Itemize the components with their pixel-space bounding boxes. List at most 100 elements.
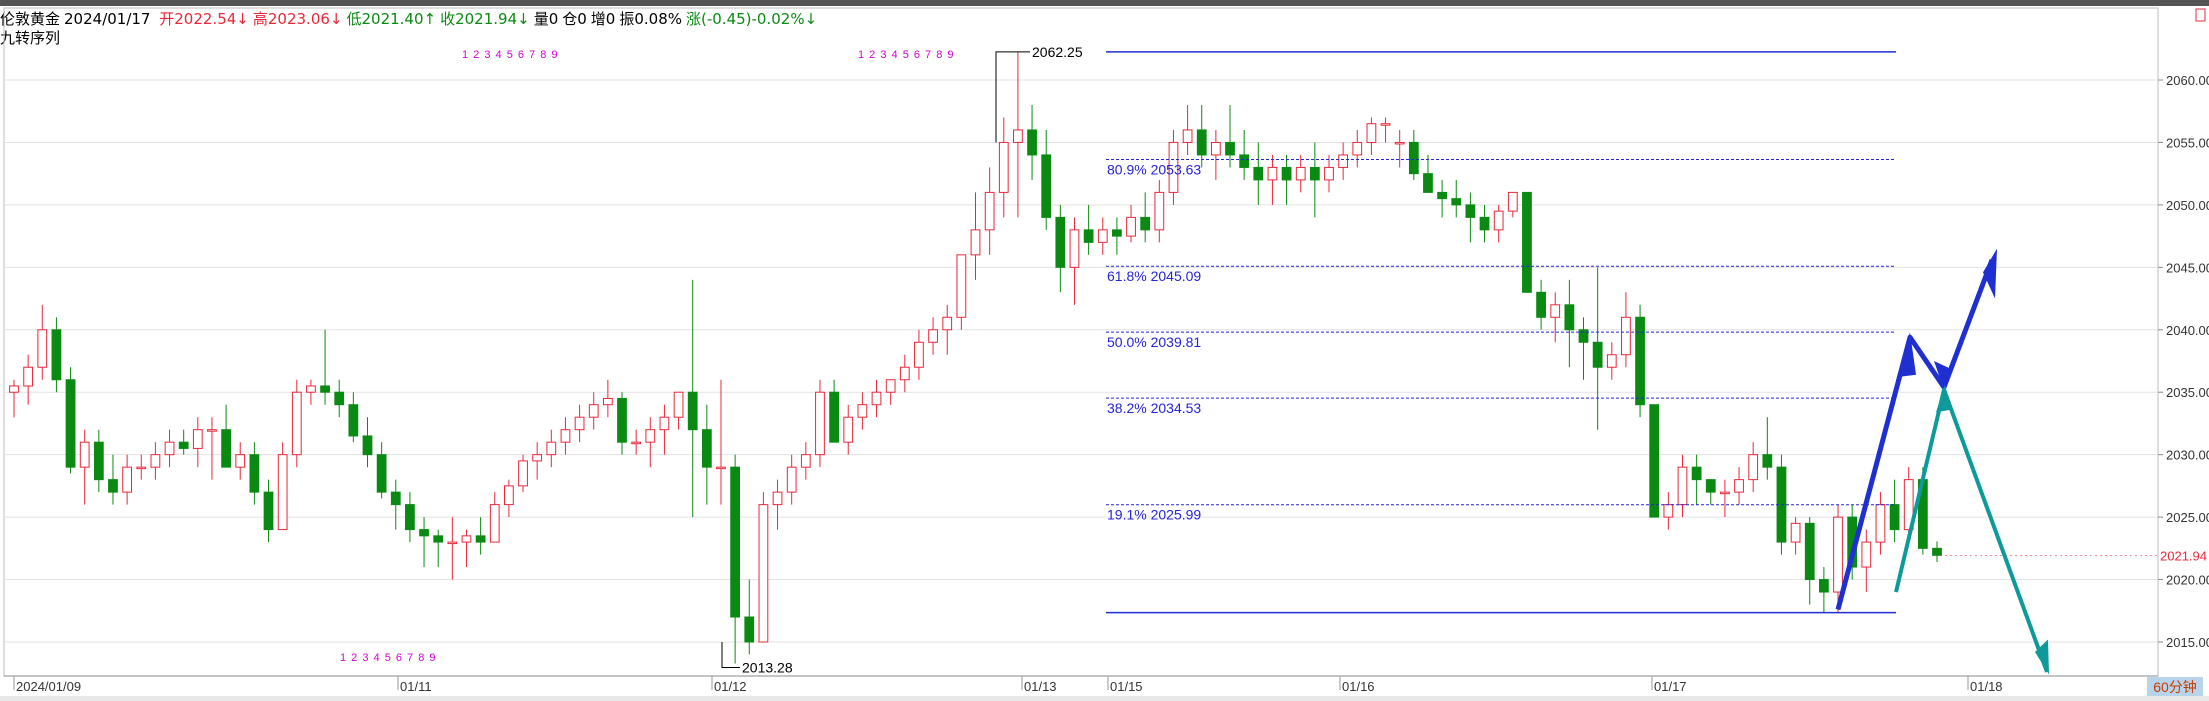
candle-body <box>786 466 797 493</box>
candle-body <box>1182 129 1193 143</box>
fib-label: 38.2% 2034.53 <box>1107 400 1201 416</box>
candle-body <box>93 441 104 481</box>
candle-body <box>659 416 670 431</box>
candle-body <box>1621 316 1631 356</box>
x-tick-label: 01/18 <box>1970 679 2003 694</box>
candle-body <box>51 329 62 381</box>
candle-body <box>1932 547 1942 556</box>
candle-body <box>150 454 161 468</box>
candle-body <box>1861 541 1872 568</box>
candle-body <box>1394 141 1405 145</box>
timeframe-label[interactable]: 60分钟 <box>2147 677 2203 697</box>
candle-body <box>701 429 712 468</box>
x-tick-label: 2024/01/09 <box>16 679 81 694</box>
candle-body <box>1606 354 1617 368</box>
candle-body <box>1352 141 1363 156</box>
high-marker-line <box>995 51 1030 143</box>
candle-body <box>65 379 76 468</box>
candle-body <box>998 141 1009 193</box>
candle-body <box>1875 504 1886 543</box>
candle-body <box>928 329 938 343</box>
candlestick-chart[interactable]: 2015.00 2020.00 2025.00 2030.00 2035.00 2040.… <box>0 0 2209 701</box>
candle-body <box>1126 216 1136 237</box>
candle-body <box>758 504 769 643</box>
candle-body <box>829 391 839 443</box>
candle-body <box>1324 166 1334 181</box>
x-tick-label: 01/11 <box>400 679 432 694</box>
candle-body <box>588 404 599 418</box>
arrow-head <box>1983 248 1997 299</box>
candle-body <box>1140 216 1151 231</box>
candle-body <box>1309 166 1320 181</box>
candle-body <box>1804 522 1815 581</box>
candle-body <box>320 385 330 393</box>
fib-label: 61.8% 2045.09 <box>1107 268 1201 284</box>
candle-body <box>1041 154 1052 218</box>
candle-body <box>207 429 217 432</box>
candle-body <box>306 385 316 393</box>
candle-body <box>1112 229 1122 237</box>
x-tick-label: 01/12 <box>714 679 747 694</box>
candle-body <box>249 454 260 493</box>
candle-body <box>560 429 571 443</box>
candle-body <box>9 385 19 393</box>
candle-body <box>1338 154 1349 168</box>
candle-body <box>1522 191 1532 293</box>
candle-body <box>1748 454 1759 481</box>
candle-body <box>1465 204 1476 218</box>
y-tick-label: 2055.00 <box>2166 135 2209 150</box>
nine-count-label: 1 2 3 4 5 6 7 8 9 <box>858 49 955 61</box>
last-price-label: 2021.94 <box>2160 548 2207 563</box>
x-tick-label: 01/17 <box>1654 679 1687 694</box>
candle-body <box>1027 129 1037 156</box>
candle-body <box>885 379 896 393</box>
candle-body <box>461 535 472 543</box>
candle-body <box>277 454 288 531</box>
candle-body <box>489 504 500 543</box>
candle-body <box>1889 504 1900 531</box>
nine-count-label: 1 2 3 4 5 6 7 8 9 <box>340 652 437 664</box>
candle-body <box>376 454 387 493</box>
fib-label: 80.9% 2053.63 <box>1107 162 1201 178</box>
candle-body <box>334 391 345 406</box>
candle-body <box>79 441 90 468</box>
y-tick-label: 2025.00 <box>2166 510 2209 525</box>
projection-up-path <box>1835 258 1995 611</box>
candle-body <box>716 466 726 470</box>
candle-body <box>1507 191 1518 212</box>
candle-body <box>1097 229 1108 243</box>
x-tick-label: 01/16 <box>1342 679 1375 694</box>
candle-body <box>673 391 684 418</box>
candle-body <box>1055 216 1066 268</box>
y-tick-label: 2050.00 <box>2166 198 2209 213</box>
candle-body <box>815 391 825 456</box>
candle-body <box>1196 129 1207 156</box>
candle-body <box>574 416 585 431</box>
candle-body <box>1423 173 1433 193</box>
candle-body <box>1408 141 1419 175</box>
candle-body <box>122 466 133 493</box>
candle-body <box>1225 141 1235 156</box>
candle-body <box>1013 129 1023 143</box>
candle-body <box>518 460 528 487</box>
y-tick-label: 2015.00 <box>2166 635 2209 650</box>
candle-body <box>730 466 741 618</box>
candle-body <box>1677 466 1688 506</box>
candle-body <box>1720 491 1730 495</box>
bottom-status-strip <box>0 696 2209 701</box>
candle-body <box>899 366 910 381</box>
x-tick-label: 01/15 <box>1110 679 1143 694</box>
candle-body <box>504 485 514 506</box>
y-tick-label: 2030.00 <box>2166 448 2209 463</box>
candle-body <box>857 404 868 418</box>
y-tick-label: 2040.00 <box>2166 323 2209 338</box>
candle-body <box>744 616 755 643</box>
candle-body <box>1818 579 1829 593</box>
candle-body <box>362 435 373 456</box>
low-marker-line <box>721 642 740 668</box>
candle-body <box>1635 316 1645 406</box>
candle-body <box>1437 191 1447 200</box>
candle-body <box>1649 404 1660 518</box>
candle-body <box>1663 504 1674 518</box>
candle-body <box>532 454 543 462</box>
